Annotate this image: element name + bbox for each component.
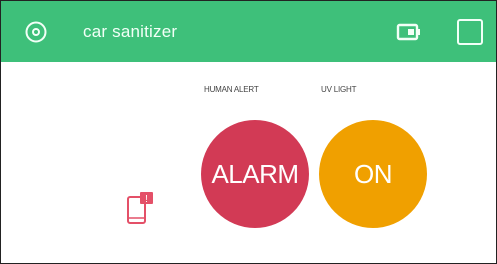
app-title: car sanitizer: [83, 22, 178, 41]
uv-light-value: ON: [354, 158, 393, 189]
square-outline-icon[interactable]: [457, 19, 483, 45]
human-alert-alarm-button[interactable]: ALARM: [201, 120, 309, 228]
uv-light-label: UV LIGHT: [321, 85, 357, 94]
notification-badge: !: [145, 194, 148, 205]
device-battery-icon[interactable]: [396, 21, 422, 43]
human-alert-label: HUMAN ALERT: [204, 85, 259, 94]
app-window: car sanitizer HUMAN ALERT UV LIGHT ALARM…: [0, 0, 497, 264]
uv-light-on-button[interactable]: ON: [319, 120, 427, 228]
phone-notification-icon[interactable]: !: [126, 191, 156, 227]
target-circle-icon[interactable]: [24, 20, 48, 44]
alarm-value: ALARM: [211, 158, 299, 189]
app-header: car sanitizer: [1, 1, 496, 62]
